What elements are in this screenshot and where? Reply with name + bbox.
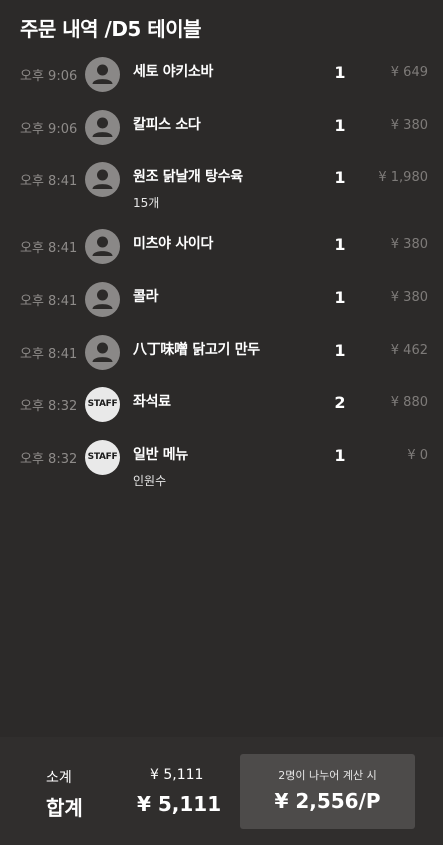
item-name: 칼피스 소다 xyxy=(133,117,201,133)
item-name: 원조 닭날개 탕수육 xyxy=(133,169,243,185)
item-quantity: 1 xyxy=(334,341,346,360)
item-name: 일반 메뉴 xyxy=(133,447,188,463)
item-note: 인원수 xyxy=(133,474,167,488)
item-price: ¥ 462 xyxy=(390,343,428,358)
order-row[interactable]: 오후 8:41 원조 닭날개 탕수육 15개 1 ¥ 1,980 xyxy=(0,162,443,210)
subtotal-value: ¥ 5,111 xyxy=(150,767,204,783)
split-bill-label: 2명이 나누어 계산 시 xyxy=(278,769,377,782)
page-title: 주문 내역 /D5 테이블 xyxy=(20,17,202,41)
order-time: 오후 8:32 xyxy=(20,452,78,467)
total-label: 합계 xyxy=(46,796,83,820)
order-time: 오후 9:06 xyxy=(20,69,78,84)
item-price: ¥ 380 xyxy=(390,237,428,252)
order-time: 오후 8:32 xyxy=(20,399,78,414)
item-name: 좌석료 xyxy=(133,394,171,410)
total-value: ¥ 5,111 xyxy=(137,792,222,816)
order-row[interactable]: 오후 8:41 八丁味噌 닭고기 만두 1 ¥ 462 xyxy=(0,335,443,379)
order-row[interactable]: 오후 9:06 세토 야키소바 1 ¥ 649 xyxy=(0,57,443,101)
person-icon xyxy=(85,162,120,197)
order-row[interactable]: 오후 8:32 STAFF 일반 메뉴인원수 1 ¥ 0 xyxy=(0,440,443,488)
item-price: ¥ 380 xyxy=(390,290,428,305)
order-row[interactable]: 오후 8:32 STAFF 좌석료 2 ¥ 880 xyxy=(0,387,443,431)
item-quantity: 1 xyxy=(334,116,346,135)
person-icon xyxy=(85,282,120,317)
staff-badge-icon: STAFF xyxy=(85,440,120,475)
person-icon xyxy=(85,335,120,370)
item-name: 세토 야키소바 xyxy=(133,64,214,80)
order-time: 오후 8:41 xyxy=(20,241,78,256)
order-time: 오후 8:41 xyxy=(20,294,78,309)
staff-badge-icon: STAFF xyxy=(85,387,120,422)
order-time: 오후 8:41 xyxy=(20,347,78,362)
item-quantity: 1 xyxy=(334,235,346,254)
summary-footer: 소계 ¥ 5,111 합계 ¥ 5,111 2명이 나누어 계산 시 ¥ 2,5… xyxy=(0,737,443,845)
item-price: ¥ 380 xyxy=(390,118,428,133)
subtotal-label: 소계 xyxy=(46,770,72,786)
person-icon xyxy=(85,57,120,92)
item-name: 미츠야 사이다 xyxy=(133,236,214,252)
order-time: 오후 8:41 xyxy=(20,174,78,189)
item-price: ¥ 0 xyxy=(407,448,428,463)
item-name: 콜라 xyxy=(133,289,159,305)
item-quantity: 1 xyxy=(334,168,346,187)
order-row[interactable]: 오후 8:41 콜라 1 ¥ 380 xyxy=(0,282,443,326)
split-bill-button[interactable]: 2명이 나누어 계산 시 ¥ 2,556/P xyxy=(240,754,415,829)
item-quantity: 2 xyxy=(334,393,346,412)
order-row[interactable]: 오후 9:06 칼피스 소다 1 ¥ 380 xyxy=(0,110,443,154)
split-bill-amount: ¥ 2,556/P xyxy=(274,789,381,813)
order-time: 오후 9:06 xyxy=(20,122,78,137)
item-price: ¥ 649 xyxy=(390,65,428,80)
order-row[interactable]: 오후 8:41 미츠야 사이다 1 ¥ 380 xyxy=(0,229,443,273)
item-quantity: 1 xyxy=(334,446,346,465)
person-icon xyxy=(85,110,120,145)
item-price: ¥ 1,980 xyxy=(378,170,428,185)
item-quantity: 1 xyxy=(334,63,346,82)
item-name: 八丁味噌 닭고기 만두 xyxy=(133,342,260,358)
person-icon xyxy=(85,229,120,264)
order-history-screen: 주문 내역 /D5 테이블 오후 9:06 세토 야키소바 1 ¥ 649 오후 9:0… xyxy=(0,0,443,845)
item-price: ¥ 880 xyxy=(390,395,428,410)
item-quantity: 1 xyxy=(334,288,346,307)
item-note: 15개 xyxy=(133,196,160,210)
